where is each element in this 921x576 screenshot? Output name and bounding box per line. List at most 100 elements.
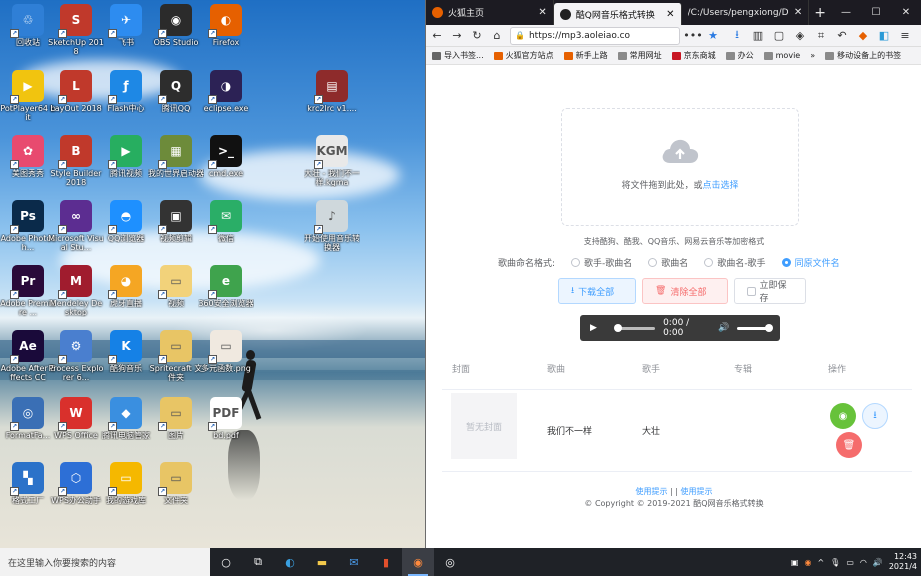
desktop-icon[interactable]: PDF ↗ bd.pdf <box>198 397 254 440</box>
bookmarks-overflow-button[interactable]: » <box>810 51 815 60</box>
save-now-checkbox[interactable]: 立即保存 <box>734 278 806 304</box>
bookmark-item[interactable]: 京东商城 <box>671 50 716 61</box>
usage-tips-link[interactable]: 使用提示 <box>635 487 667 496</box>
desktop-icon[interactable]: ▭ ↗ 文件夹 <box>148 462 204 505</box>
file-explorer-icon[interactable]: ▬ <box>306 548 338 576</box>
extension-icon-2[interactable]: ◧ <box>877 29 891 43</box>
desktop-icon[interactable]: ◓ ↗ QQ浏览器 <box>98 200 154 243</box>
desktop-icon[interactable]: ▭ ↗ 图片 <box>148 397 204 440</box>
bookmark-item[interactable]: 常用网址 <box>617 50 662 61</box>
desktop-icon[interactable]: ▦ ↗ 我的世界启动器 <box>148 135 204 178</box>
usage-tips-link-2[interactable]: 使用提示 <box>681 487 713 496</box>
desktop-icon[interactable]: ✉ ↗ 微信 <box>198 200 254 243</box>
page-actions-icon[interactable]: ••• <box>683 29 702 43</box>
taskbar-search[interactable]: 在这里输入你要搜索的内容 <box>0 548 210 576</box>
volume-tray-icon[interactable]: 🔊 <box>873 558 883 567</box>
mail-icon[interactable]: ✉ <box>338 548 370 576</box>
cortana-icon[interactable]: ○ <box>210 548 242 576</box>
undo-icon[interactable]: ↶ <box>835 29 849 43</box>
firefox-taskbar-icon[interactable]: ◉ <box>402 548 434 576</box>
upload-dropzone[interactable]: 将文件拖到此处，或点击选择 <box>561 108 799 226</box>
download-all-button[interactable]: ⭳ 下载全部 <box>558 278 636 304</box>
tab-firefox-home[interactable]: 火狐主页 ✕ <box>426 0 554 25</box>
clear-all-button[interactable]: 🗑 清除全部 <box>642 278 728 304</box>
forward-button[interactable]: → <box>450 29 464 43</box>
naming-option-radio[interactable]: 同原文件名 <box>781 256 840 269</box>
download-icon[interactable]: ⭳ <box>730 28 744 43</box>
menu-icon[interactable]: ≡ <box>898 29 912 43</box>
desktop-icon[interactable]: ◐ ↗ Firefox <box>198 4 254 47</box>
reload-button[interactable]: ↻ <box>470 29 484 43</box>
tab-music-converter[interactable]: 酷Q网音乐格式转换 ✕ <box>553 3 682 25</box>
click-select-link[interactable]: 点击选择 <box>703 181 739 191</box>
close-icon[interactable]: ✕ <box>666 9 674 20</box>
desktop-icon[interactable]: L ↗ LayOut 2018 <box>48 70 104 113</box>
desktop-icon[interactable]: S ↗ SketchUp 2018 <box>48 4 104 56</box>
desktop-icon[interactable]: e ↗ 360安全浏览器 <box>198 265 254 308</box>
show-hidden-icons[interactable]: ^ <box>817 558 824 567</box>
screenshot-icon[interactable]: ◈ <box>793 29 807 43</box>
tab-local-file[interactable]: /C:/Users/pengxiong/D ✕ <box>682 0 810 25</box>
url-bar[interactable]: 🔒 https://mp3.aoleiao.co <box>510 26 680 45</box>
bookmark-item[interactable]: 办公 <box>725 50 754 61</box>
desktop-icon[interactable]: ⚙ ↗ Process Explorer 6... <box>48 330 104 382</box>
tray-app-icon-2[interactable]: ◉ <box>804 558 811 567</box>
delete-song-button[interactable]: 🗑 <box>836 432 862 458</box>
desktop-icon[interactable]: W ↗ WPS Office <box>48 397 104 440</box>
bookmark-item[interactable]: 导入书签... <box>432 50 484 61</box>
desktop-icon[interactable]: ◕ ↗ 虎牙直播 <box>98 265 154 308</box>
desktop-icon[interactable]: ƒ ↗ Flash中心 <box>98 70 154 113</box>
naming-option-radio[interactable]: 歌手-歌曲名 <box>571 256 632 269</box>
desktop-icon[interactable]: ⬡ ↗ WPS办公助手 <box>48 462 104 505</box>
desktop-icon[interactable]: ▣ ↗ 视频剪辑 <box>148 200 204 243</box>
new-tab-button[interactable]: + <box>809 0 831 25</box>
minimize-button[interactable]: — <box>831 0 861 25</box>
desktop-icon[interactable]: ▭ ↗ 多元函数.png <box>198 330 254 373</box>
bookmark-item[interactable]: 新手上路 <box>563 50 608 61</box>
crop-icon[interactable]: ⌗ <box>814 29 828 43</box>
home-button[interactable]: ⌂ <box>490 29 504 43</box>
desktop-icon[interactable]: ▭ ↗ 我的游戏库 <box>98 462 154 505</box>
play-icon[interactable]: ▶ <box>590 323 597 333</box>
volume-icon[interactable]: 🔊 <box>718 323 729 333</box>
bookmark-item[interactable]: movie <box>763 51 800 60</box>
desktop-icon[interactable]: ♪ ↗ 开始使用音乐转换器 <box>304 200 360 252</box>
naming-option-radio[interactable]: 歌曲名 <box>648 256 688 269</box>
obs-taskbar-icon[interactable]: ◎ <box>434 548 466 576</box>
edge-icon[interactable]: ◐ <box>274 548 306 576</box>
bookmark-star-icon[interactable]: ★ <box>706 29 720 43</box>
reader-icon[interactable]: ▢ <box>772 29 786 43</box>
desktop-icon[interactable]: ▶ ↗ 腾讯视频 <box>98 135 154 178</box>
desktop-icon[interactable]: ◉ ↗ OBS Studio <box>148 4 204 47</box>
tray-app-icon[interactable]: ▣ <box>791 558 799 567</box>
naming-option-radio[interactable]: 歌曲名-歌手 <box>704 256 766 269</box>
bookmark-item[interactable]: 移动设备上的书签 <box>825 50 901 61</box>
close-icon[interactable]: ✕ <box>538 7 546 18</box>
volume-slider[interactable] <box>737 323 773 332</box>
seek-slider[interactable] <box>613 323 656 332</box>
battery-icon[interactable]: ▭ <box>846 558 854 567</box>
desktop-icon[interactable]: ◆ ↗ 腾讯电脑管家 <box>98 397 154 440</box>
maximize-button[interactable]: ☐ <box>861 0 891 25</box>
desktop-icon[interactable]: ▭ ↗ 视频 <box>148 265 204 308</box>
bookmark-item[interactable]: 火狐官方站点 <box>493 50 554 61</box>
desktop-icon[interactable]: ▤ ↗ krc2lrc v1.... <box>304 70 360 113</box>
extension-icon[interactable]: ◆ <box>856 29 870 43</box>
download-song-button[interactable]: ⭳ <box>862 403 888 429</box>
close-icon[interactable]: ✕ <box>794 7 802 18</box>
desktop-icon[interactable]: K ↗ 酷狗音乐 <box>98 330 154 373</box>
desktop-icon[interactable]: ◑ ↗ eclipse.exe <box>198 70 254 113</box>
office-icon[interactable]: ▮ <box>370 548 402 576</box>
desktop-icon[interactable]: Q ↗ 腾讯QQ <box>148 70 204 113</box>
desktop-icon[interactable]: M ↗ Mendeley Desktop <box>48 265 104 317</box>
back-button[interactable]: ← <box>430 29 444 43</box>
desktop-icon[interactable]: B ↗ Style Builder 2018 <box>48 135 104 187</box>
desktop-icon[interactable]: ✈ ↗ 飞书 <box>98 4 154 47</box>
network-icon[interactable]: ◠ <box>860 558 867 567</box>
microphone-icon[interactable]: 🎙 <box>830 558 840 567</box>
play-song-button[interactable]: ◉ <box>830 403 856 429</box>
clock[interactable]: 12:43 2021/4 <box>889 552 917 572</box>
desktop-icon[interactable]: ▭ ↗ Spritecraft 文件夹 <box>148 330 204 382</box>
close-window-button[interactable]: ✕ <box>891 0 921 25</box>
desktop-icon[interactable]: ∞ ↗ Microsoft Visual Stu... <box>48 200 104 252</box>
